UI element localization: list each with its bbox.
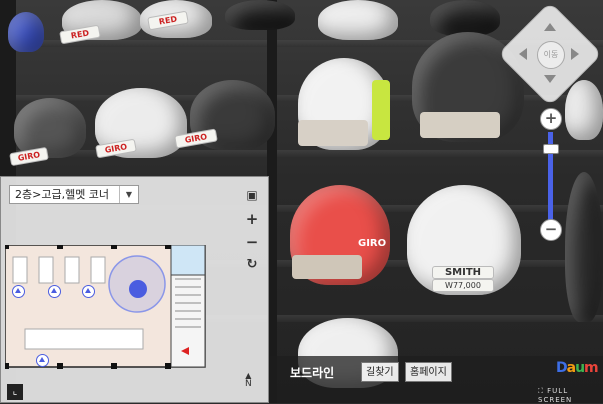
pan-compass[interactable]: 이동 (497, 1, 603, 107)
price-tag: W77,000 (432, 279, 494, 292)
pan-right-arrow-icon[interactable] (571, 48, 579, 60)
caret-down-icon[interactable]: ▼ (119, 186, 138, 203)
fullscreen-button[interactable]: ⛶ FULL SCREEN (538, 387, 603, 404)
pan-down-arrow-icon[interactable] (544, 75, 556, 83)
camera-point-icon[interactable] (82, 285, 95, 298)
helmet (430, 0, 500, 36)
camera-point-icon[interactable] (12, 285, 25, 298)
map-zoom-out-button[interactable]: − (243, 233, 261, 251)
place-info-bar: 보드라인 길찾기 홈페이지 Daum ⛶ FULL SCREEN (270, 356, 603, 404)
fullscreen-icon: ⛶ (538, 387, 548, 395)
helmet-brand-label: GIRO (358, 238, 387, 249)
price-tag: SMITH (432, 266, 494, 279)
helmet (318, 0, 398, 40)
helmet-stripe (372, 80, 390, 140)
helmet-visor (292, 255, 362, 279)
pan-left-arrow-icon[interactable] (519, 48, 527, 60)
homepage-button[interactable]: 홈페이지 (405, 362, 452, 382)
camera-point-icon[interactable] (48, 285, 61, 298)
helmet (565, 172, 603, 322)
wall-slat (0, 150, 603, 157)
collapse-corner-icon[interactable]: ⌞ (7, 384, 23, 400)
helmet (14, 98, 86, 158)
place-name: 보드라인 (290, 366, 335, 380)
floor-plan (5, 245, 206, 369)
camera-point-icon[interactable] (36, 354, 49, 367)
pano-zoom-out-button[interactable]: − (540, 219, 562, 241)
pano-zoom-control: + − (538, 108, 564, 242)
helmet (225, 0, 295, 30)
pano-zoom-in-button[interactable]: + (540, 108, 562, 130)
indoor-minimap[interactable]: 2층>고급,헬멧 코너 ▼ ▣ + − ↻ ⌞ ▲ N (0, 176, 269, 403)
directions-button[interactable]: 길찾기 (361, 362, 399, 382)
pano-zoom-slider-handle[interactable] (543, 144, 559, 154)
helmet-visor (298, 120, 368, 146)
pan-up-arrow-icon[interactable] (544, 23, 556, 31)
current-position-icon[interactable] (129, 280, 147, 298)
floor-select-value: 2층>고급,헬멧 코너 (15, 188, 110, 201)
north-indicator: ▲ N (245, 371, 252, 389)
daum-logo[interactable]: Daum (556, 360, 599, 376)
compass-center-button[interactable]: 이동 (537, 41, 565, 69)
helmet (8, 12, 44, 52)
helmet-visor (420, 112, 500, 138)
expand-icon[interactable]: ▣ (243, 186, 261, 204)
north-label: N (245, 379, 252, 389)
map-zoom-in-button[interactable]: + (243, 210, 261, 228)
rotate-icon[interactable]: ↻ (243, 256, 261, 274)
floor-select[interactable]: 2층>고급,헬멧 코너 ▼ (9, 185, 139, 204)
